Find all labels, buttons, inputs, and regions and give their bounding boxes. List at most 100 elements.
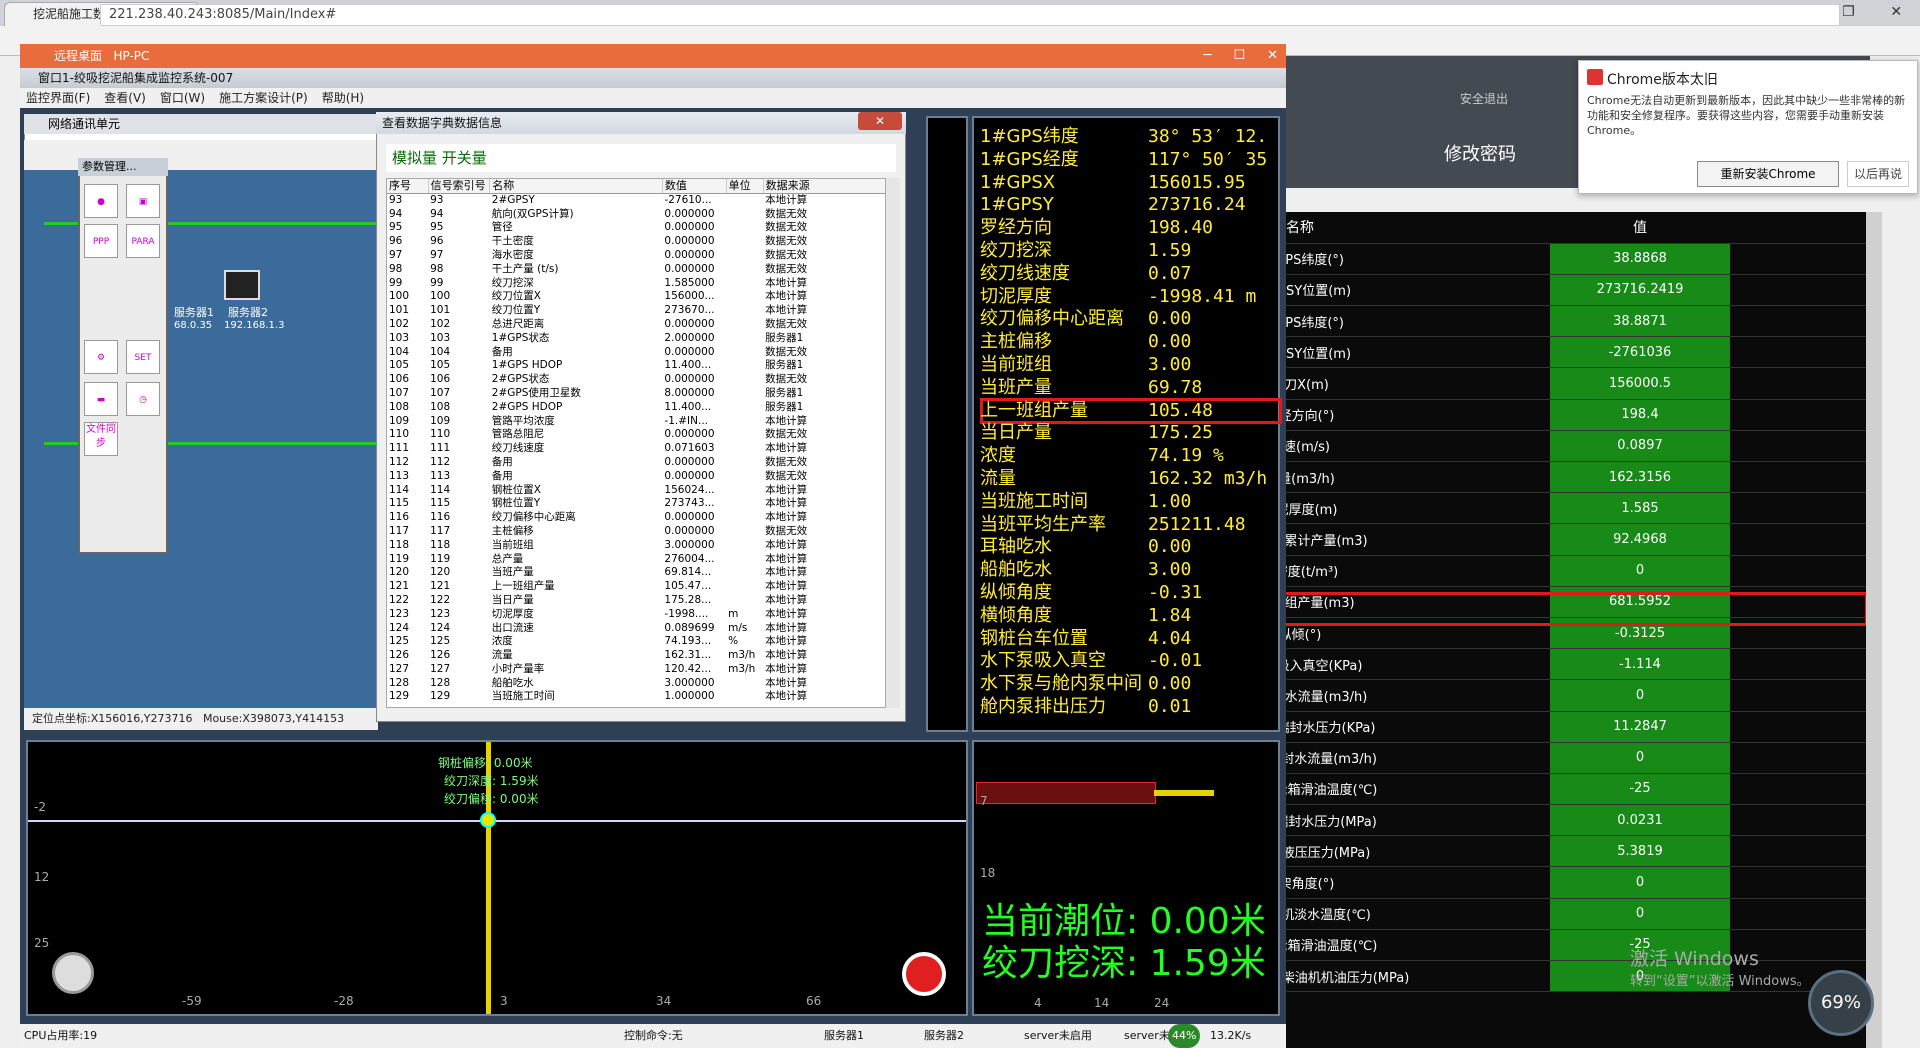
readout-row: 绞刀挖深 1.59 (980, 240, 1191, 263)
dict-row[interactable]: 103 103 1#GPS状态 2.000000 服务器1 (387, 332, 885, 346)
dict-cell: 数据无效 (765, 524, 808, 537)
menu-help[interactable]: 帮助(H) (322, 88, 364, 108)
rd-maximize-icon[interactable]: ☐ (1233, 44, 1245, 68)
dictionary-tabs[interactable]: 模拟量 开关量 (386, 144, 896, 172)
dict-row[interactable]: 97 97 海水密度 0.000000 数据无效 (387, 249, 885, 263)
dict-row[interactable]: 105 105 1#GPS HDOP 11.400... 服务器1 (387, 359, 885, 373)
dict-row[interactable]: 101 101 绞刀位置Y 273670... 本地计算 (387, 304, 885, 318)
dict-row[interactable]: 107 107 2#GPS使用卫星数 8.000000 服务器1 (387, 387, 885, 401)
reinstall-button[interactable]: 重新安装Chrome (1697, 161, 1839, 187)
dict-row[interactable]: 93 93 2#GPSY -27610... 本地计算 (387, 193, 885, 207)
dict-row[interactable]: 94 94 航向(双GPS计算) 0.000000 数据无效 (387, 207, 885, 222)
engine-icon[interactable]: ▬ (84, 382, 118, 416)
dict-cell: 数据无效 (765, 317, 808, 330)
dictionary-scrollbar[interactable] (886, 178, 900, 708)
change-password-link[interactable]: 修改密码 (1380, 140, 1580, 166)
x-tick: -28 (334, 994, 354, 1008)
dict-cell: 钢桩位置Y (491, 497, 541, 510)
menu-plan[interactable]: 施工方案设计(P) (219, 88, 308, 108)
dict-cell: 102 (430, 317, 451, 330)
dict-row[interactable]: 102 102 总进尺距离 0.000000 数据无效 (387, 317, 885, 332)
dict-row[interactable]: 96 96 干土密度 0.000000 数据无效 (387, 235, 885, 249)
dict-cell: 绞刀挖深 (491, 276, 534, 289)
set-icon[interactable]: SET (126, 340, 160, 374)
server-icon[interactable] (224, 270, 260, 300)
menu-window[interactable]: 窗口(W) (160, 88, 205, 108)
dict-row[interactable]: 98 98 干土产量 (t/s) 0.000000 数据无效 (387, 263, 885, 277)
readout-label: 1#GPS经度 (980, 148, 1079, 170)
dict-row[interactable]: 99 99 绞刀挖深 1.585000 本地计算 (387, 276, 885, 291)
safe-exit-link[interactable]: 安全退出 (1460, 90, 1540, 107)
dict-row[interactable]: 95 95 管径 0.000000 数据无效 (387, 221, 885, 235)
dict-row[interactable]: 106 106 2#GPS状态 0.000000 数据无效 (387, 373, 885, 387)
readout-row: 水下泵吸入真空 -0.01 (980, 650, 1202, 673)
dict-header[interactable]: 序号 (387, 179, 429, 194)
globe-icon[interactable]: ● (84, 184, 118, 218)
readout-value: 117° 50′ 35 (1148, 148, 1268, 170)
dict-row[interactable]: 129 129 当班施工时间 1.000000 本地计算 (387, 690, 885, 704)
dict-row[interactable]: 111 111 绞刀线速度 0.071603 本地计算 (387, 442, 885, 456)
r-y-tick: 7 (980, 794, 988, 808)
status-percent[interactable]: 44% (1168, 1024, 1201, 1048)
dict-header[interactable]: 数值 (662, 179, 727, 194)
device-icon[interactable]: ▣ (126, 184, 160, 218)
stop-button-grey[interactable] (52, 952, 94, 994)
dict-row[interactable]: 109 109 管路平均浓度 -1.#IN... 本地计算 (387, 415, 885, 429)
dict-row[interactable]: 125 125 浓度 74.193...% 本地计算 (387, 635, 885, 649)
dict-header[interactable]: 信号索引号 (428, 179, 491, 194)
dict-row[interactable]: 112 112 备用 0.000000 数据无效 (387, 455, 885, 470)
dict-row[interactable]: 128 128 船舶吃水 3.000000 本地计算 (387, 677, 885, 691)
x-tick: -59 (182, 994, 202, 1008)
clock-icon[interactable]: ◷ (126, 382, 160, 416)
rd-minimize-icon[interactable]: ─ (1204, 44, 1212, 68)
dict-header[interactable]: 单位 (726, 179, 764, 194)
scrollbar[interactable] (1866, 212, 1882, 1048)
dict-row[interactable]: 115 115 钢桩位置Y 273743... 本地计算 (387, 497, 885, 511)
later-button[interactable]: 以后再说 (1847, 161, 1909, 187)
dict-row[interactable]: 120 120 当班产量 69.814... 本地计算 (387, 566, 885, 580)
dict-row[interactable]: 110 110 管路总阻尼 0.000000 数据无效 (387, 428, 885, 442)
maximize-icon[interactable]: ❐ (1842, 4, 1855, 20)
record-button[interactable] (902, 952, 946, 996)
tool-icon[interactable]: ⚙ (84, 340, 118, 374)
dict-cell: 100 (389, 290, 410, 303)
dict-row[interactable]: 123 123 切泥厚度 -1998.... m 本地计算 (387, 607, 885, 622)
dict-cell: 数据无效 (765, 207, 808, 220)
dict-row[interactable]: 121 121 上一班组产量 105.47... 本地计算 (387, 580, 885, 594)
dict-row[interactable]: 118 118 当前班组 3.000000 本地计算 (387, 538, 885, 553)
dict-row[interactable]: 113 113 备用 0.000000 数据无效 (387, 470, 885, 484)
dict-row[interactable]: 119 119 总产量 276004... 本地计算 (387, 552, 885, 567)
dict-cell: 2#GPS HDOP (491, 400, 563, 413)
menu-monitor[interactable]: 监控界面(F) (26, 88, 90, 108)
dict-row[interactable]: 114 114 钢桩位置X 156024... 本地计算 (387, 484, 885, 498)
rd-close-icon[interactable]: ✕ (1267, 44, 1278, 68)
dict-header[interactable]: 名称 (489, 179, 663, 194)
dict-cell: 绞刀位置Y (491, 304, 541, 317)
ppp-icon[interactable]: PPP (84, 224, 118, 258)
dictionary-close-button[interactable]: ✕ (858, 112, 902, 130)
net-speed-gauge[interactable]: 69% (1808, 970, 1874, 1036)
dict-cell: 119 (430, 552, 451, 565)
menu-view[interactable]: 查看(V) (104, 88, 146, 108)
dict-cell: 0.000000 (664, 455, 715, 468)
dict-row[interactable]: 104 104 备用 0.000000 数据无效 (387, 346, 885, 360)
dict-cell (726, 235, 763, 249)
dict-cell: 切泥厚度 (491, 607, 534, 620)
dict-cell: 108 (430, 400, 451, 413)
dict-row[interactable]: 117 117 主桩偏移 0.000000 数据无效 (387, 524, 885, 539)
dict-row[interactable]: 108 108 2#GPS HDOP 11.400... 服务器1 (387, 400, 885, 415)
file-sync-icon[interactable]: 文件同步 (84, 422, 118, 456)
address-bar[interactable]: 221.238.40.243:8085/Main/Index# (100, 4, 1840, 26)
close-icon[interactable]: ✕ (1890, 4, 1902, 20)
dict-header[interactable]: 数据来源 (763, 179, 885, 194)
dict-row[interactable]: 126 126 流量 162.31... m3/h 本地计算 (387, 649, 885, 663)
dict-cell: 3.000000 (664, 538, 715, 551)
dict-cell (726, 208, 763, 222)
dict-cell: 本地计算 (765, 607, 808, 620)
dict-row[interactable]: 122 122 当日产量 175.28... 本地计算 (387, 594, 885, 608)
dict-row[interactable]: 124 124 出口流速 0.089699 m/s 本地计算 (387, 622, 885, 636)
dict-row[interactable]: 100 100 绞刀位置X 156000... 本地计算 (387, 290, 885, 304)
dict-row[interactable]: 116 116 绞刀偏移中心距离 0.000000 本地计算 (387, 511, 885, 525)
dict-row[interactable]: 127 127 小时产量率 120.42... m3/h 本地计算 (387, 663, 885, 677)
para-icon[interactable]: PARA (126, 224, 160, 258)
